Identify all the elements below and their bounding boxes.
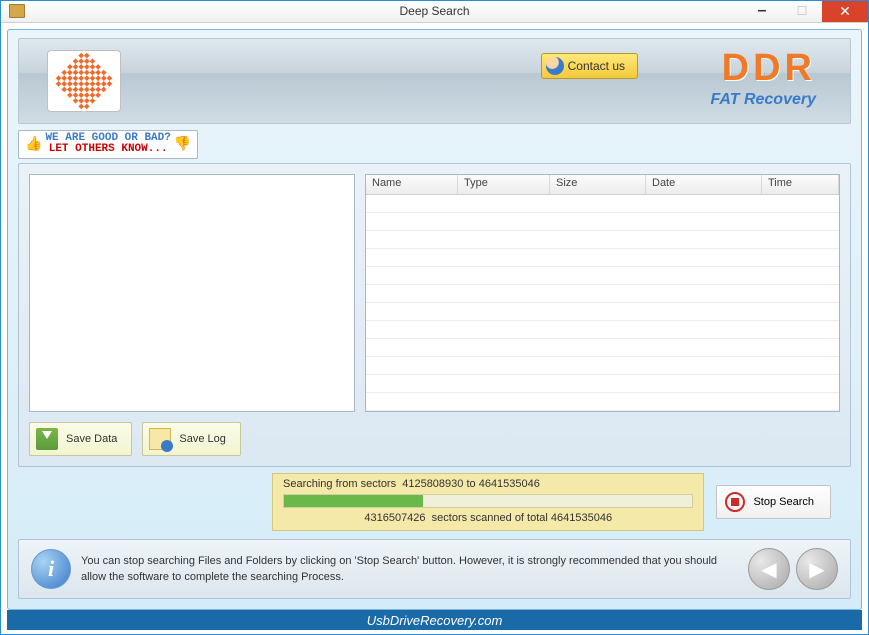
table-row[interactable] xyxy=(366,393,839,411)
brand-subtitle: FAT Recovery xyxy=(710,91,816,109)
table-row[interactable] xyxy=(366,321,839,339)
rating-button[interactable]: 👍 WE ARE GOOD OR BAD? LET OTHERS KNOW...… xyxy=(18,130,198,159)
table-row[interactable] xyxy=(366,375,839,393)
save-data-label: Save Data xyxy=(66,433,117,445)
table-row[interactable] xyxy=(366,231,839,249)
back-button[interactable]: ◀ xyxy=(748,548,790,590)
minimize-button[interactable]: – xyxy=(742,1,782,22)
folder-tree[interactable] xyxy=(29,174,355,412)
save-log-icon xyxy=(149,428,171,450)
person-icon xyxy=(546,57,564,75)
table-row[interactable] xyxy=(366,357,839,375)
table-row[interactable] xyxy=(366,285,839,303)
window-title: Deep Search xyxy=(399,4,469,18)
rating-bar: 👍 WE ARE GOOD OR BAD? LET OTHERS KNOW...… xyxy=(18,130,851,159)
col-time[interactable]: Time xyxy=(762,175,839,194)
thumb-up-icon: 👍 xyxy=(25,136,42,153)
col-name[interactable]: Name xyxy=(366,175,458,194)
save-data-icon xyxy=(36,428,58,450)
table-row[interactable] xyxy=(366,195,839,213)
table-row[interactable] xyxy=(366,303,839,321)
client-area: Contact us DDR FAT Recovery 👍 WE ARE GOO… xyxy=(1,23,868,634)
logo-box xyxy=(47,50,121,112)
app-window: Deep Search – ☐ ✕ Contact us DDR FAT Rec… xyxy=(0,0,869,635)
help-area: i You can stop searching Files and Folde… xyxy=(18,539,851,599)
progress-bar-fill xyxy=(284,495,423,507)
checker-icon xyxy=(53,50,115,112)
arrow-left-icon: ◀ xyxy=(761,557,776,582)
window-controls: – ☐ ✕ xyxy=(742,1,868,22)
progress-bar xyxy=(283,494,693,508)
lists-container: Name Type Size Date Time xyxy=(29,174,840,412)
progress-area: Searching from sectors 4125808930 to 464… xyxy=(18,473,851,531)
forward-button[interactable]: ▶ xyxy=(796,548,838,590)
stop-label: Stop Search xyxy=(753,496,814,508)
app-icon xyxy=(9,4,25,18)
header-banner: Contact us DDR FAT Recovery xyxy=(18,38,851,124)
table-row[interactable] xyxy=(366,213,839,231)
table-row[interactable] xyxy=(366,339,839,357)
help-text: You can stop searching Files and Folders… xyxy=(81,553,738,586)
col-type[interactable]: Type xyxy=(458,175,550,194)
nav-buttons: ◀ ▶ xyxy=(748,548,838,590)
work-area: Name Type Size Date Time xyxy=(18,163,851,467)
main-panel: Contact us DDR FAT Recovery 👍 WE ARE GOO… xyxy=(7,29,862,610)
maximize-button[interactable]: ☐ xyxy=(782,1,822,22)
file-grid[interactable]: Name Type Size Date Time xyxy=(365,174,840,412)
stop-search-button[interactable]: Stop Search xyxy=(716,485,831,519)
brand: DDR FAT Recovery xyxy=(710,49,816,109)
stop-icon xyxy=(725,492,745,512)
progress-box: Searching from sectors 4125808930 to 464… xyxy=(272,473,704,531)
col-size[interactable]: Size xyxy=(550,175,646,194)
titlebar[interactable]: Deep Search – ☐ ✕ xyxy=(1,1,868,23)
grid-rows xyxy=(366,195,839,411)
progress-count-text: 4316507426 sectors scanned of total 4641… xyxy=(283,512,693,524)
save-log-label: Save Log xyxy=(179,433,225,445)
progress-range-text: Searching from sectors 4125808930 to 464… xyxy=(283,478,693,490)
col-date[interactable]: Date xyxy=(646,175,762,194)
thumb-down-icon: 👎 xyxy=(174,136,191,153)
close-button[interactable]: ✕ xyxy=(822,1,868,22)
contact-label: Contact us xyxy=(568,59,625,73)
info-icon: i xyxy=(31,549,71,589)
grid-header: Name Type Size Date Time xyxy=(366,175,839,195)
footer: UsbDriveRecovery.com xyxy=(7,610,862,630)
brand-title: DDR xyxy=(710,49,816,87)
save-log-button[interactable]: Save Log xyxy=(142,422,240,456)
table-row[interactable] xyxy=(366,267,839,285)
rating-line2: LET OTHERS KNOW... xyxy=(45,144,170,156)
arrow-right-icon: ▶ xyxy=(809,557,824,582)
table-row[interactable] xyxy=(366,249,839,267)
contact-us-button[interactable]: Contact us xyxy=(541,53,638,79)
footer-link[interactable]: UsbDriveRecovery.com xyxy=(367,613,503,628)
button-row: Save Data Save Log xyxy=(29,422,840,456)
save-data-button[interactable]: Save Data xyxy=(29,422,132,456)
